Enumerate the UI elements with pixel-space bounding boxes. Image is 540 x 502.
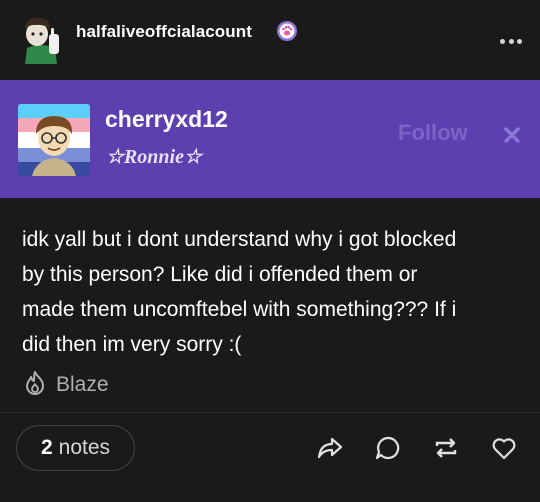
like-icon[interactable] <box>490 434 518 462</box>
blocked-user-banner: cherryxd12 ☆Ronnie☆ Follow <box>0 80 540 198</box>
follow-button[interactable]: Follow <box>398 120 468 146</box>
post-body-line: made them uncomftebel with something??? … <box>22 298 457 321</box>
more-horizontal-icon[interactable] <box>500 36 522 46</box>
blaze-label: Blaze <box>56 373 109 396</box>
blaze-button[interactable]: Blaze <box>22 370 109 400</box>
poster-avatar[interactable] <box>15 12 67 64</box>
post-header: halfaliveoffcialacount <box>0 0 540 80</box>
post-body-line: idk yall but i dont understand why i got… <box>22 228 457 251</box>
post-body-line: by this person? Like did i offended them… <box>22 263 418 286</box>
post-card: halfaliveoffcialacount cherryxd12 ☆Ronni… <box>0 0 540 502</box>
post-actions <box>0 434 540 466</box>
post-body-text: idk yall but i dont understand why i got… <box>22 222 522 362</box>
blocked-user-avatar[interactable] <box>18 104 90 176</box>
blocked-username[interactable]: cherryxd12 <box>105 106 228 133</box>
share-icon[interactable] <box>316 434 344 462</box>
poster-username[interactable]: halfaliveoffcialacount <box>76 22 252 42</box>
paw-badge-icon[interactable] <box>276 20 298 42</box>
divider <box>0 412 540 413</box>
reply-icon[interactable] <box>374 434 402 462</box>
flame-icon <box>22 370 48 401</box>
blocked-blog-title: ☆Ronnie☆ <box>106 146 202 168</box>
close-icon[interactable] <box>503 126 521 144</box>
post-body-line: did then im very sorry :( <box>22 333 242 356</box>
reblog-icon[interactable] <box>432 434 460 462</box>
